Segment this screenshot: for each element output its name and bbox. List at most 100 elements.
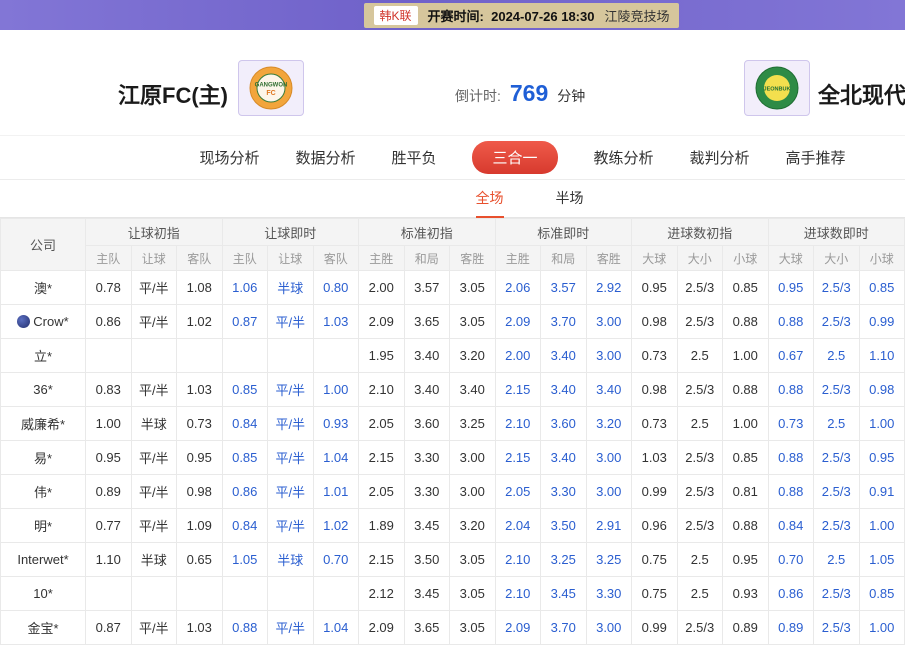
nav-item-4[interactable]: 教练分析 bbox=[594, 147, 654, 168]
odds-cell: 3.40 bbox=[541, 339, 587, 373]
odds-cell: 0.81 bbox=[723, 475, 769, 509]
odds-cell: 2.5/3 bbox=[677, 271, 723, 305]
nav-item-2[interactable]: 胜平负 bbox=[391, 147, 436, 168]
odds-cell: 2.5 bbox=[677, 407, 723, 441]
nav-item-1[interactable]: 数据分析 bbox=[295, 147, 355, 168]
odds-cell: 3.40 bbox=[586, 373, 632, 407]
table-row: 立*1.953.403.202.003.403.000.732.51.000.6… bbox=[1, 339, 905, 373]
odds-cell: 3.60 bbox=[541, 407, 587, 441]
odds-cell bbox=[222, 577, 268, 611]
odds-cell: 2.92 bbox=[586, 271, 632, 305]
odds-cell: 1.05 bbox=[859, 543, 905, 577]
odds-cell: 3.57 bbox=[404, 271, 450, 305]
odds-cell: 3.05 bbox=[450, 577, 496, 611]
company-cell[interactable]: 威廉希* bbox=[1, 407, 86, 441]
company-cell[interactable]: 澳* bbox=[1, 271, 86, 305]
company-cell[interactable]: 伟* bbox=[1, 475, 86, 509]
odds-cell: 0.85 bbox=[859, 271, 905, 305]
odds-cell: 0.75 bbox=[632, 577, 678, 611]
odds-cell: 0.84 bbox=[222, 509, 268, 543]
odds-cell: 2.5/3 bbox=[677, 509, 723, 543]
odds-cell: 2.5/3 bbox=[677, 305, 723, 339]
odds-cell: 3.57 bbox=[541, 271, 587, 305]
odds-cell: 3.00 bbox=[586, 305, 632, 339]
nav-bar: 现场分析 数据分析 胜平负 三合一 教练分析 裁判分析 高手推荐 bbox=[0, 135, 905, 180]
odds-cell: 0.73 bbox=[177, 407, 223, 441]
table-row: 金宝*0.87平/半1.030.88平/半1.042.093.653.052.0… bbox=[1, 611, 905, 645]
odds-cell: 3.00 bbox=[450, 475, 496, 509]
svg-text:GANGWON: GANGWON bbox=[255, 83, 288, 89]
odds-comparison-table: 公司让球初指让球即时标准初指标准即时进球数初指进球数即时主队让球客队主队让球客队… bbox=[0, 218, 905, 645]
odds-cell: 0.95 bbox=[177, 441, 223, 475]
company-cell[interactable]: Interwet* bbox=[1, 543, 86, 577]
odds-cell: 3.05 bbox=[450, 271, 496, 305]
nav-item-6[interactable]: 高手推荐 bbox=[786, 147, 846, 168]
odds-cell: 1.08 bbox=[177, 271, 223, 305]
company-cell[interactable]: 立* bbox=[1, 339, 86, 373]
odds-cell bbox=[177, 577, 223, 611]
odds-cell: 0.96 bbox=[632, 509, 678, 543]
odds-cell: 2.09 bbox=[495, 305, 541, 339]
odds-cell: 3.25 bbox=[586, 543, 632, 577]
odds-cell: 0.98 bbox=[632, 373, 678, 407]
odds-cell: 1.00 bbox=[859, 407, 905, 441]
odds-cell: 3.45 bbox=[404, 577, 450, 611]
odds-cell: 0.89 bbox=[86, 475, 132, 509]
nav-item-3[interactable]: 三合一 bbox=[472, 141, 557, 174]
odds-cell: 2.5/3 bbox=[814, 475, 860, 509]
odds-cell: 2.5/3 bbox=[677, 611, 723, 645]
odds-cell: 3.00 bbox=[586, 441, 632, 475]
sub-header-1-2: 客队 bbox=[313, 246, 359, 271]
odds-cell: 1.00 bbox=[313, 373, 359, 407]
odds-cell: 2.5 bbox=[677, 339, 723, 373]
sub-header-5-0: 大球 bbox=[768, 246, 814, 271]
odds-cell: 3.45 bbox=[404, 509, 450, 543]
odds-cell: 1.03 bbox=[313, 305, 359, 339]
odds-cell: 1.10 bbox=[859, 339, 905, 373]
odds-cell: 0.67 bbox=[768, 339, 814, 373]
company-cell[interactable]: 明* bbox=[1, 509, 86, 543]
odds-cell: 1.03 bbox=[177, 611, 223, 645]
period-tab-0[interactable]: 全场 bbox=[476, 180, 504, 218]
nav-item-0[interactable]: 现场分析 bbox=[199, 147, 259, 168]
odds-cell: 0.73 bbox=[632, 339, 678, 373]
odds-cell: 2.04 bbox=[495, 509, 541, 543]
company-cell[interactable]: 36* bbox=[1, 373, 86, 407]
odds-cell: 2.5/3 bbox=[814, 271, 860, 305]
odds-cell: 0.91 bbox=[859, 475, 905, 509]
odds-cell: 0.86 bbox=[222, 475, 268, 509]
odds-cell: 3.00 bbox=[586, 611, 632, 645]
company-cell[interactable]: 金宝* bbox=[1, 611, 86, 645]
table-row: Interwet*1.10半球0.651.05半球0.702.153.503.0… bbox=[1, 543, 905, 577]
odds-cell: 0.83 bbox=[86, 373, 132, 407]
jeonbuk-crest-icon: JEONBUK bbox=[754, 65, 800, 111]
odds-cell: 3.40 bbox=[450, 373, 496, 407]
odds-cell: 3.30 bbox=[404, 441, 450, 475]
table-row: Crow*0.86平/半1.020.87平/半1.032.093.653.052… bbox=[1, 305, 905, 339]
odds-cell: 0.78 bbox=[86, 271, 132, 305]
odds-cell: 2.5/3 bbox=[814, 509, 860, 543]
odds-cell: 2.12 bbox=[359, 577, 405, 611]
odds-cell: 3.60 bbox=[404, 407, 450, 441]
period-tab-1[interactable]: 半场 bbox=[556, 180, 584, 218]
sub-header-1-1: 让球 bbox=[268, 246, 314, 271]
odds-cell: 3.05 bbox=[450, 611, 496, 645]
odds-cell: 2.10 bbox=[495, 543, 541, 577]
odds-cell: 1.00 bbox=[723, 339, 769, 373]
odds-cell: 0.98 bbox=[177, 475, 223, 509]
odds-cell: 1.03 bbox=[632, 441, 678, 475]
odds-cell: 2.15 bbox=[495, 373, 541, 407]
odds-cell: 2.5 bbox=[814, 543, 860, 577]
odds-cell: 平/半 bbox=[131, 271, 177, 305]
group-header-2: 标准初指 bbox=[359, 219, 496, 246]
odds-cell: 3.70 bbox=[541, 611, 587, 645]
odds-cell: 0.98 bbox=[859, 373, 905, 407]
sub-header-1-0: 主队 bbox=[222, 246, 268, 271]
odds-cell: 半球 bbox=[131, 407, 177, 441]
venue: 江陵竞技场 bbox=[604, 6, 669, 25]
company-cell[interactable]: Crow* bbox=[1, 305, 86, 339]
company-cell[interactable]: 易* bbox=[1, 441, 86, 475]
odds-cell: 平/半 bbox=[268, 373, 314, 407]
company-cell[interactable]: 10* bbox=[1, 577, 86, 611]
nav-item-5[interactable]: 裁判分析 bbox=[690, 147, 750, 168]
